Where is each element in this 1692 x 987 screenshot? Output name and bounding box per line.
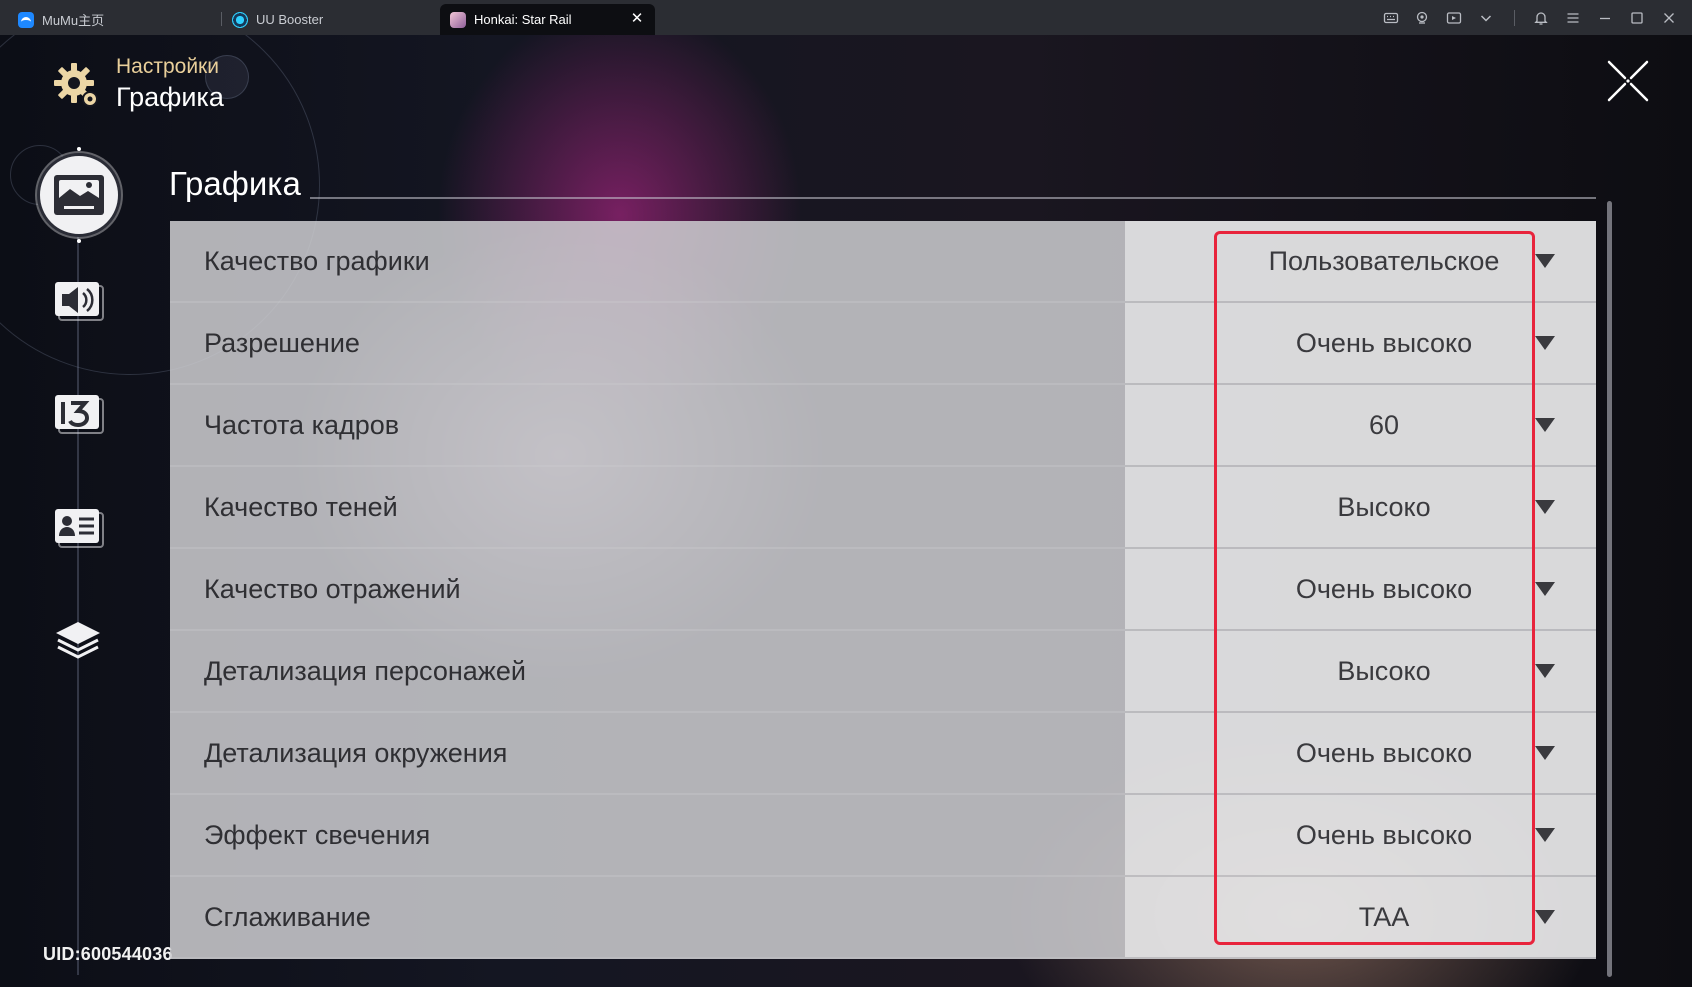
tab-separator [221,12,222,26]
setting-label: Сглаживание [170,877,1125,957]
uu-booster-icon [232,11,248,28]
close-tab-icon[interactable]: ✕ [629,11,645,27]
setting-value: Очень высоко [1295,819,1473,850]
setting-dropdown[interactable]: 60 [1125,385,1596,465]
settings-list: Качество графики Пользовательское Разрешен… [170,221,1596,973]
layers-icon [56,622,100,659]
setting-label: Качество графики [170,221,1125,301]
dropdown-arrow-icon[interactable] [1535,746,1555,760]
setting-value: Очень высоко [1295,737,1473,768]
bell-icon[interactable] [1531,8,1551,28]
setting-value: Пользовательское [1268,245,1500,276]
setting-dropdown[interactable]: Высоко [1125,631,1596,711]
setting-dropdown[interactable]: Высоко [1125,467,1596,547]
tab-label: Honkai: Star Rail [474,12,572,27]
setting-row: Частота кадров 60 [170,385,1596,467]
sidebar-item-language[interactable] [44,379,112,447]
gear-icon [54,63,98,107]
setting-label: Частота кадров [170,385,1125,465]
setting-label: Эффект свечения [170,795,1125,875]
setting-row: Детализация окружения Очень высоко [170,713,1596,795]
dropdown-arrow-icon[interactable] [1535,910,1555,924]
setting-label: Разрешение [170,303,1125,383]
setting-dropdown[interactable]: Очень высоко [1125,549,1596,629]
setting-value: Очень высоко [1295,573,1473,604]
sidebar-item-other[interactable] [44,606,112,674]
setting-value: Высоко [1337,655,1431,686]
active-marker-dot [77,239,81,243]
scrollbar[interactable] [1607,201,1612,977]
section-divider [310,197,1596,199]
header-pretitle: Настройки [116,55,219,78]
dropdown-arrow-icon[interactable] [1535,582,1555,596]
setting-label: Детализация окружения [170,713,1125,793]
setting-label: Детализация персонажей [170,631,1125,711]
active-marker-dot [77,147,81,151]
setting-row: Эффект свечения Очень высоко [170,795,1596,877]
dropdown-arrow-icon[interactable] [1535,500,1555,514]
setting-label: Качество теней [170,467,1125,547]
tab-mumu-home[interactable]: MuMu主页 [18,4,218,35]
toolbar-divider [1514,10,1515,26]
minimize-icon[interactable] [1595,8,1615,28]
section-title: Графика [169,165,301,202]
setting-dropdown[interactable]: Очень высоко [1125,303,1596,383]
star-rail-icon [450,11,466,28]
game-screen: Настройки Графика UID:600544036 Графика … [0,35,1692,987]
setting-value: Высоко [1337,491,1431,522]
setting-row: Сглаживание TAA [170,877,1596,959]
location-icon[interactable] [1412,8,1432,28]
setting-label: Качество отражений [170,549,1125,629]
uid-label: UID:600544036 [43,944,173,964]
speaker-icon [55,282,104,321]
close-settings-button[interactable] [1606,59,1650,103]
dropdown-arrow-icon[interactable] [1535,336,1555,350]
language-icon [55,395,104,434]
maximize-icon[interactable] [1627,8,1647,28]
profile-card-icon [55,509,104,548]
tab-uu-booster[interactable]: UU Booster [232,4,432,35]
setting-row: Качество графики Пользовательское [170,221,1596,303]
close-window-icon[interactable] [1659,8,1679,28]
setting-value: 60 [1368,409,1400,440]
setting-dropdown[interactable]: Очень высоко [1125,713,1596,793]
title-bar: MuMu主页 UU Booster Honkai: Star Rail ✕ [0,0,1692,35]
keyboard-icon[interactable] [1381,8,1401,28]
setting-dropdown[interactable]: TAA [1125,877,1596,957]
dropdown-arrow-icon[interactable] [1535,828,1555,842]
sidebar-track [77,235,79,975]
mumu-logo-icon [18,11,34,28]
dropdown-arrow-icon[interactable] [1535,254,1555,268]
setting-row: Качество теней Высоко [170,467,1596,549]
setting-dropdown[interactable]: Пользовательское [1125,221,1596,301]
setting-row: Детализация персонажей Высоко [170,631,1596,713]
screen-record-icon[interactable] [1444,8,1464,28]
page-title: Графика [116,82,224,112]
dropdown-arrow-icon[interactable] [1535,418,1555,432]
sidebar-item-account[interactable] [44,493,112,561]
tab-label: UU Booster [256,12,324,27]
chevron-down-icon[interactable] [1476,8,1496,28]
dropdown-arrow-icon[interactable] [1535,664,1555,678]
tab-honkai-star-rail[interactable]: Honkai: Star Rail ✕ [440,4,655,35]
sidebar-item-graphics[interactable] [37,153,121,237]
setting-row: Качество отражений Очень высоко [170,549,1596,631]
menu-icon[interactable] [1563,8,1583,28]
sidebar-item-audio[interactable] [44,266,112,334]
tab-label: MuMu主页 [42,13,105,28]
setting-dropdown[interactable]: Очень высоко [1125,795,1596,875]
setting-value: Очень высоко [1295,327,1473,358]
setting-row: Разрешение Очень высоко [170,303,1596,385]
setting-value: TAA [1358,901,1410,932]
image-icon [54,175,104,215]
